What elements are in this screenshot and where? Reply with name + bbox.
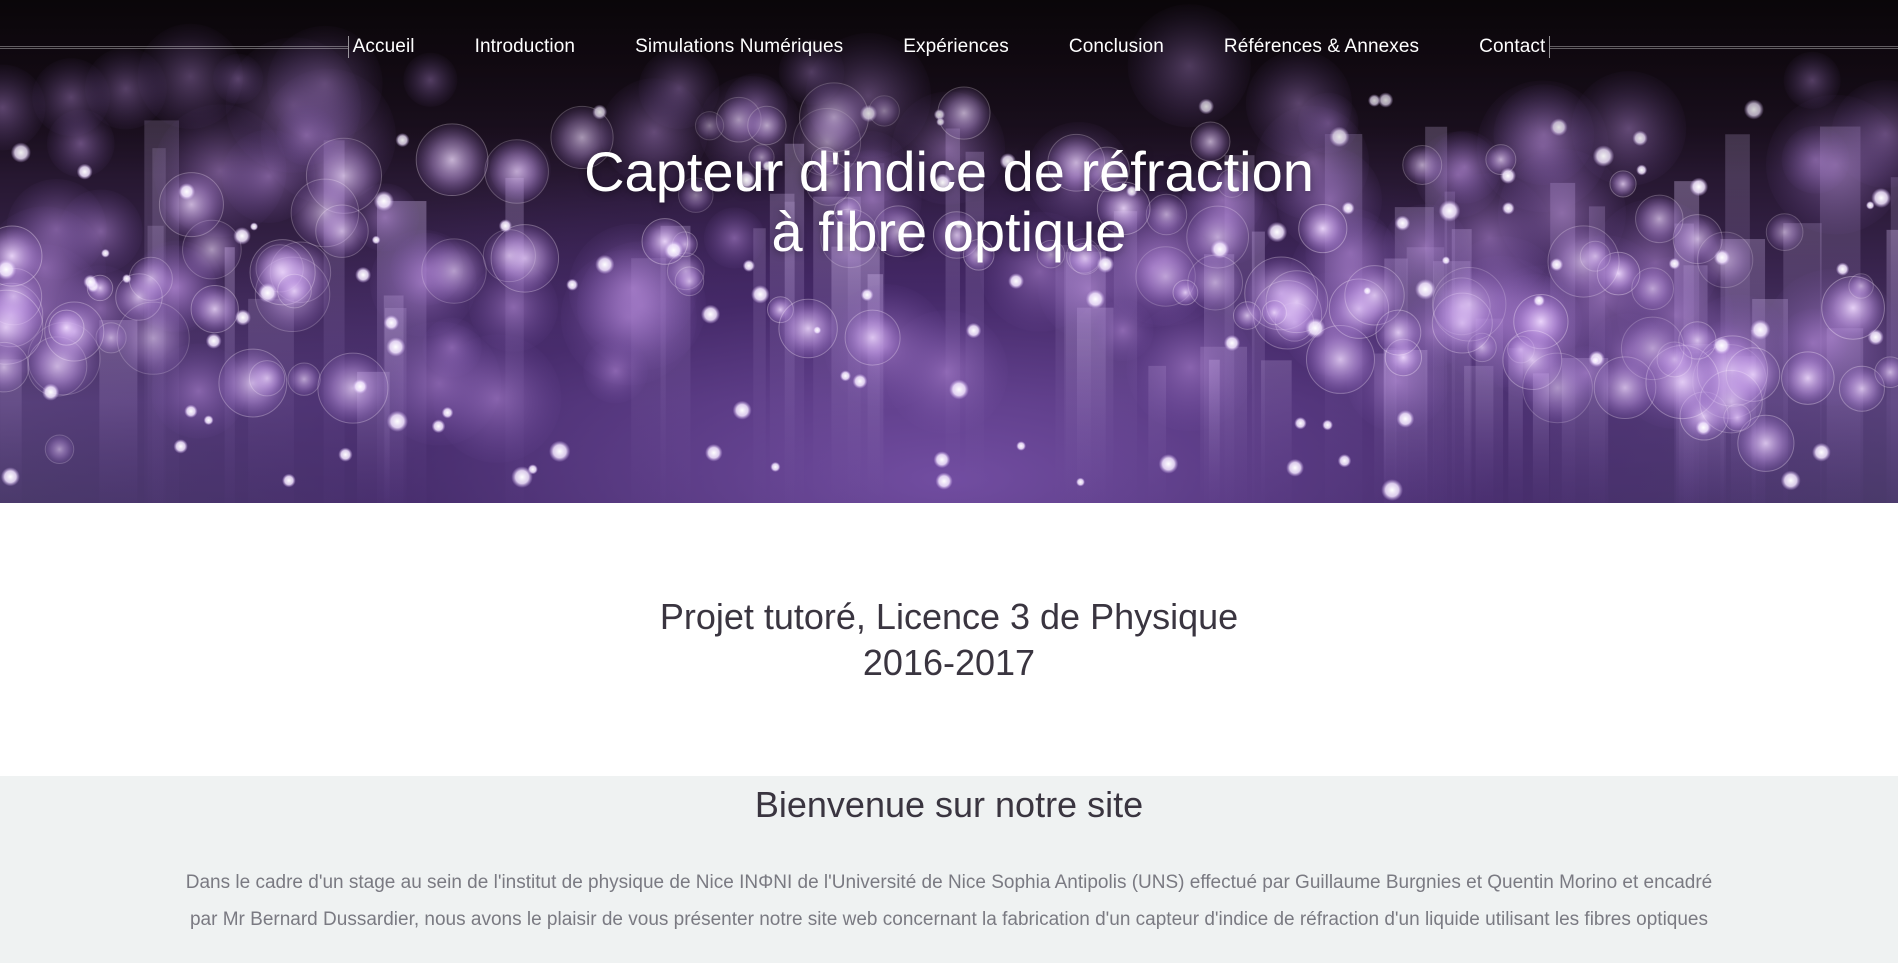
nav-item-references-annexes[interactable]: Références & Annexes <box>1194 30 1449 64</box>
project-year: 2016-2017 <box>862 641 1036 683</box>
nav-item-introduction[interactable]: Introduction <box>445 30 606 64</box>
main-navigation: Accueil Introduction Simulations Numériq… <box>0 30 1898 64</box>
project-subtitle: Projet tutoré, Licence 3 de Physique <box>659 595 1239 637</box>
nav-item-conclusion[interactable]: Conclusion <box>1039 30 1194 64</box>
welcome-title: Bienvenue sur notre site <box>754 784 1144 825</box>
hero-title-line1: Capteur d'indice de réfraction <box>584 140 1314 203</box>
welcome-section: Bienvenue sur notre site Dans le cadre d… <box>0 776 1898 963</box>
nav-item-experiences[interactable]: Expériences <box>873 30 1039 64</box>
welcome-text: Dans le cadre d'un stage au sein de l'in… <box>185 872 1713 930</box>
nav-items: Accueil Introduction Simulations Numériq… <box>323 30 1576 64</box>
nav-divider-left <box>0 46 348 49</box>
hero-banner: Accueil Introduction Simulations Numériq… <box>0 0 1898 503</box>
nav-item-simulations-numeriques[interactable]: Simulations Numériques <box>605 30 873 64</box>
project-section: Projet tutoré, Licence 3 de Physique 201… <box>0 503 1898 776</box>
nav-divider-right <box>1550 46 1898 49</box>
nav-item-accueil[interactable]: Accueil <box>323 30 445 64</box>
hero-title-line2: à fibre optique <box>771 200 1127 263</box>
nav-item-contact[interactable]: Contact <box>1449 30 1575 64</box>
hero-title: Capteur d'indice de réfraction à fibre o… <box>0 142 1898 262</box>
